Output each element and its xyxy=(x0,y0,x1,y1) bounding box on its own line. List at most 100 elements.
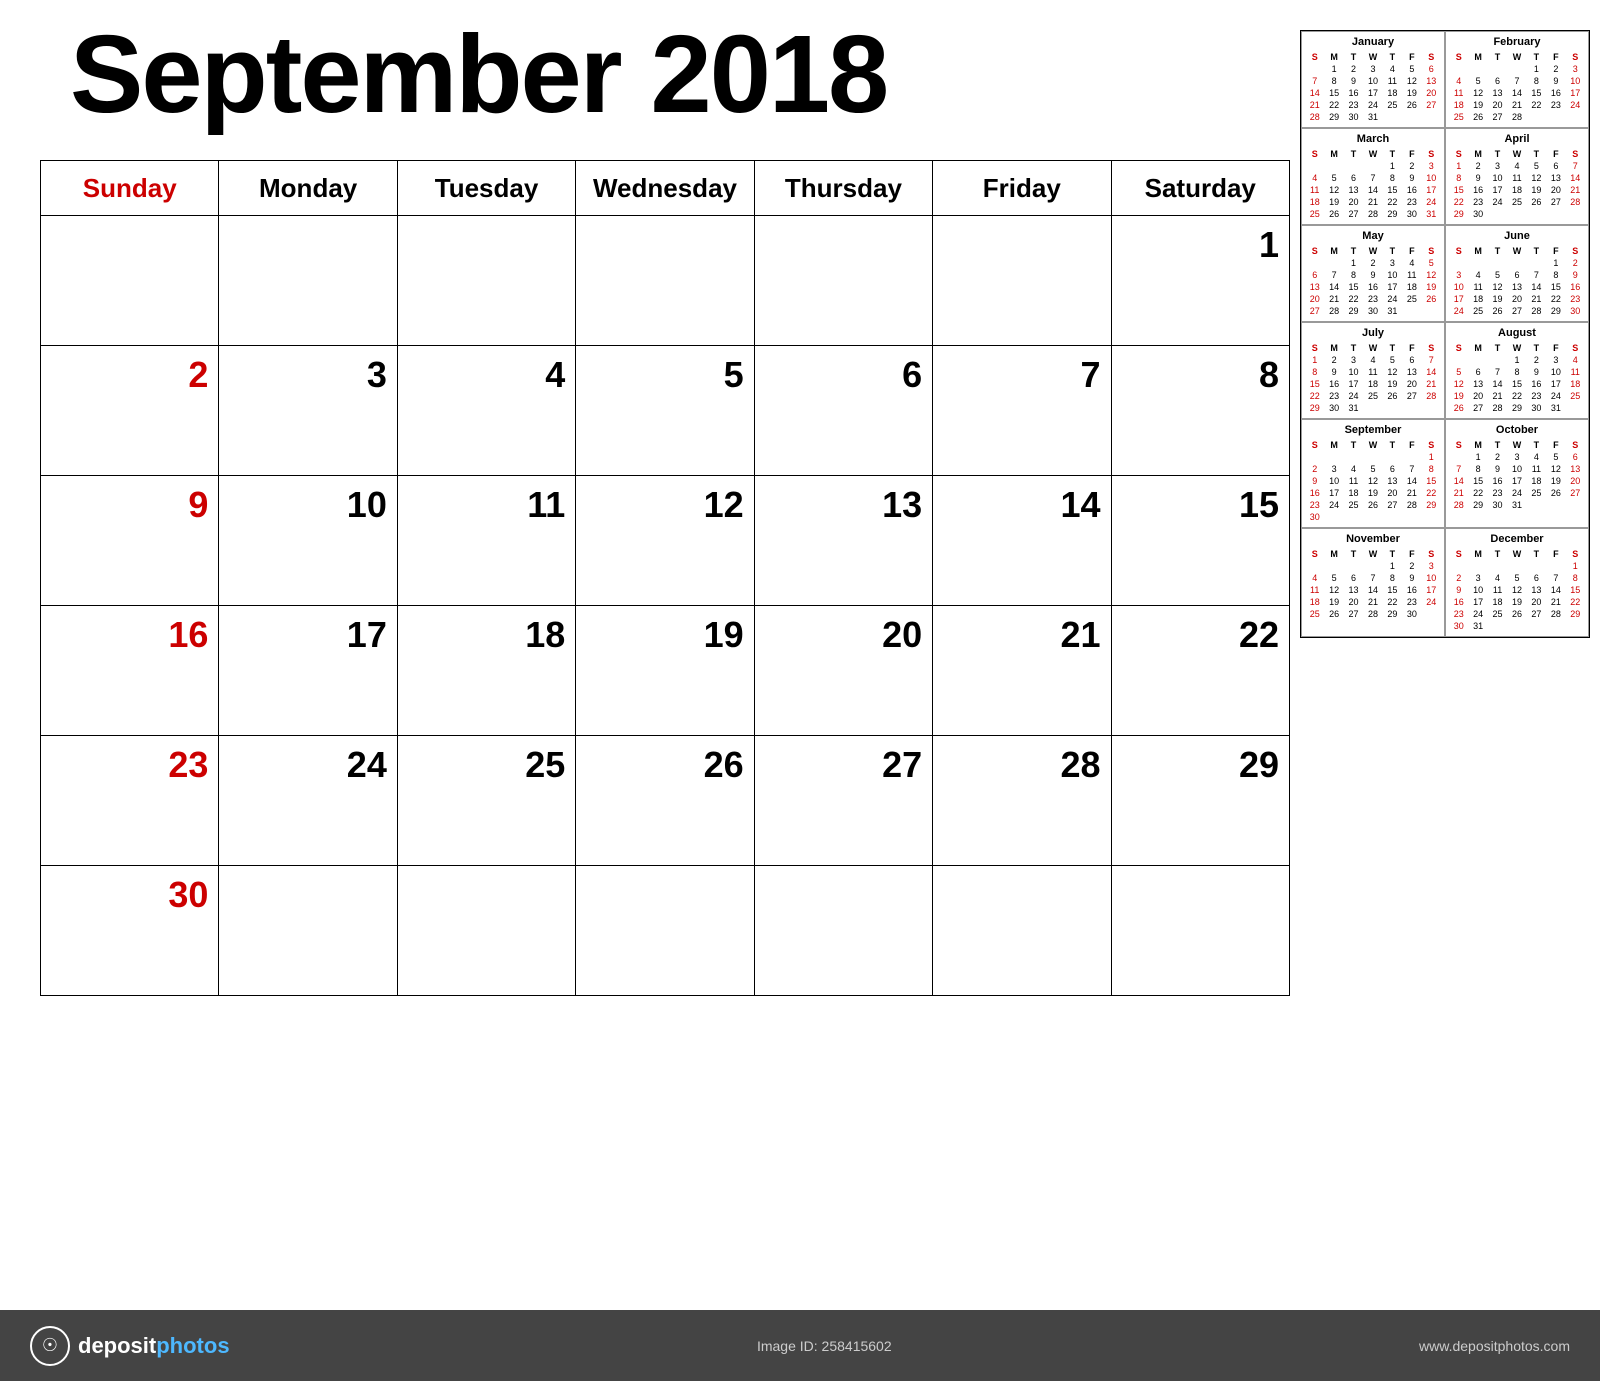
mini-cal-cell: 6 xyxy=(1507,269,1526,281)
mini-cal-cell: 11 xyxy=(1566,366,1585,378)
mini-cal-cell: 1 xyxy=(1305,354,1324,366)
calendar-day[interactable]: 5 xyxy=(576,346,754,476)
mini-cal-cell xyxy=(1344,511,1363,523)
calendar-day[interactable]: 28 xyxy=(933,736,1111,866)
calendar-day[interactable] xyxy=(397,216,575,346)
mini-cal-header: S xyxy=(1422,148,1441,160)
calendar-day[interactable] xyxy=(933,866,1111,996)
mini-cal-cell: 18 xyxy=(1363,378,1382,390)
calendar-day[interactable]: 11 xyxy=(397,476,575,606)
mini-cal-cell: 28 xyxy=(1546,608,1565,620)
calendar-day[interactable]: 7 xyxy=(933,346,1111,476)
calendar-day[interactable] xyxy=(576,216,754,346)
calendar-day[interactable]: 4 xyxy=(397,346,575,476)
calendar-day[interactable]: 1 xyxy=(1111,216,1289,346)
calendar-day[interactable]: 23 xyxy=(41,736,219,866)
mini-cal-header: W xyxy=(1507,148,1526,160)
calendar-day[interactable]: 2 xyxy=(41,346,219,476)
mini-cal-row: 18192021222324 xyxy=(1305,196,1441,208)
mini-cal-cell: 24 xyxy=(1324,499,1343,511)
calendar-day[interactable]: 14 xyxy=(933,476,1111,606)
calendar-day[interactable] xyxy=(397,866,575,996)
mini-cal-cell: 29 xyxy=(1383,208,1402,220)
mini-cal-cell: 12 xyxy=(1488,281,1507,293)
mini-cal-cell: 1 xyxy=(1507,354,1526,366)
mini-cal-cell: 11 xyxy=(1507,172,1526,184)
mini-cal-row: 25262728 xyxy=(1449,111,1585,123)
mini-cal-december: DecemberSMTWTFS1234567891011121314151617… xyxy=(1445,528,1589,637)
mini-cal-header: S xyxy=(1566,148,1585,160)
calendar-day[interactable]: 29 xyxy=(1111,736,1289,866)
calendar-day[interactable]: 3 xyxy=(219,346,397,476)
mini-cal-cell: 30 xyxy=(1527,402,1546,414)
calendar-day[interactable] xyxy=(576,866,754,996)
calendar-day[interactable]: 19 xyxy=(576,606,754,736)
mini-cal-cell: 9 xyxy=(1344,75,1363,87)
calendar-day[interactable]: 26 xyxy=(576,736,754,866)
mini-cal-cell: 22 xyxy=(1383,596,1402,608)
calendar-day[interactable]: 10 xyxy=(219,476,397,606)
calendar-day[interactable]: 12 xyxy=(576,476,754,606)
mini-cal-cell: 5 xyxy=(1527,160,1546,172)
mini-cal-cell: 1 xyxy=(1422,451,1441,463)
mini-cal-row: 11121314151617 xyxy=(1449,87,1585,99)
mini-cal-cell: 8 xyxy=(1566,572,1585,584)
mini-cal-cell xyxy=(1305,257,1324,269)
calendar-day[interactable]: 16 xyxy=(41,606,219,736)
year-label: 2018 xyxy=(651,13,888,136)
mini-cal-cell: 18 xyxy=(1305,596,1324,608)
calendar-day[interactable] xyxy=(41,216,219,346)
mini-cal-cell: 7 xyxy=(1363,172,1382,184)
calendar-day[interactable]: 17 xyxy=(219,606,397,736)
mini-cal-cell: 7 xyxy=(1527,269,1546,281)
day-number: 17 xyxy=(229,614,386,656)
calendar-day[interactable] xyxy=(219,216,397,346)
calendar-day[interactable] xyxy=(754,216,932,346)
mini-cal-cell: 26 xyxy=(1468,111,1487,123)
mini-cal-cell: 2 xyxy=(1402,560,1421,572)
mini-cal-cell: 11 xyxy=(1383,75,1402,87)
calendar-day[interactable]: 8 xyxy=(1111,346,1289,476)
day-number: 23 xyxy=(51,744,208,786)
mini-cal-cell xyxy=(1363,511,1382,523)
mini-cal-header: M xyxy=(1468,245,1487,257)
mini-cal-cell: 30 xyxy=(1468,208,1487,220)
mini-cal-row: 78910111213 xyxy=(1305,75,1441,87)
mini-cal-cell: 15 xyxy=(1422,475,1441,487)
mini-cal-cell: 18 xyxy=(1507,184,1526,196)
mini-cal-cell: 23 xyxy=(1402,196,1421,208)
header-monday: Monday xyxy=(219,161,397,216)
calendar-day[interactable] xyxy=(754,866,932,996)
calendar-day[interactable]: 27 xyxy=(754,736,932,866)
mini-cal-cell: 25 xyxy=(1305,208,1324,220)
calendar-day[interactable] xyxy=(219,866,397,996)
calendar-day[interactable]: 15 xyxy=(1111,476,1289,606)
calendar-day[interactable] xyxy=(933,216,1111,346)
mini-cal-cell xyxy=(1305,451,1324,463)
calendar-day[interactable]: 18 xyxy=(397,606,575,736)
calendar-day[interactable]: 24 xyxy=(219,736,397,866)
calendar-day[interactable]: 13 xyxy=(754,476,932,606)
calendar-day[interactable]: 30 xyxy=(41,866,219,996)
calendar-day[interactable]: 9 xyxy=(41,476,219,606)
month-label: September xyxy=(70,13,621,136)
mini-cal-title: November xyxy=(1305,533,1441,545)
calendar-day[interactable]: 25 xyxy=(397,736,575,866)
mini-cal-cell: 3 xyxy=(1383,257,1402,269)
calendar-day[interactable]: 21 xyxy=(933,606,1111,736)
mini-cal-row: 123456 xyxy=(1305,63,1441,75)
mini-cal-cell: 14 xyxy=(1449,475,1468,487)
mini-cal-cell xyxy=(1546,208,1565,220)
mini-cal-row: 6789101112 xyxy=(1305,269,1441,281)
mini-cal-header: S xyxy=(1422,548,1441,560)
header-tuesday: Tuesday xyxy=(397,161,575,216)
calendar-day[interactable]: 22 xyxy=(1111,606,1289,736)
mini-cal-cell: 30 xyxy=(1402,608,1421,620)
calendar-day[interactable]: 20 xyxy=(754,606,932,736)
mini-cal-cell: 24 xyxy=(1383,293,1402,305)
calendar-day[interactable] xyxy=(1111,866,1289,996)
mini-cal-header: M xyxy=(1468,548,1487,560)
mini-cal-cell: 20 xyxy=(1566,475,1585,487)
calendar-day[interactable]: 6 xyxy=(754,346,932,476)
mini-cal-cell: 3 xyxy=(1546,354,1565,366)
